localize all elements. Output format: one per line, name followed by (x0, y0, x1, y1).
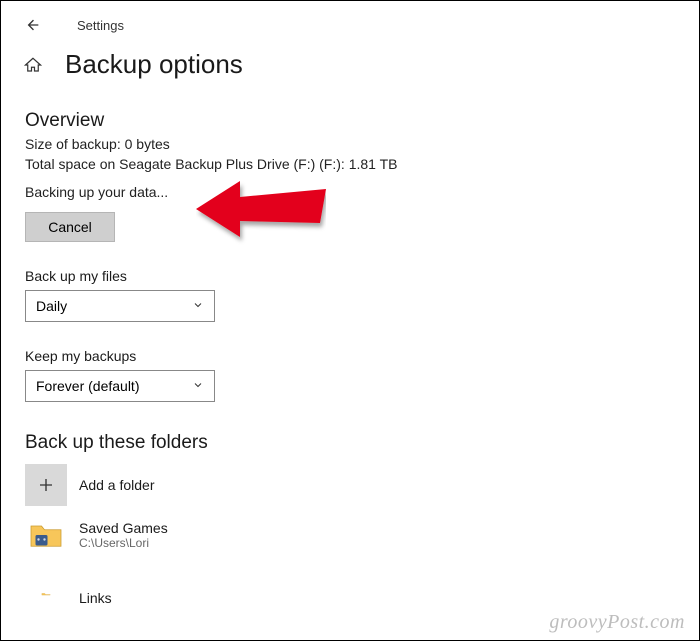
app-title: Settings (77, 18, 124, 33)
overview-heading: Overview (25, 110, 675, 132)
cancel-button[interactable]: Cancel (25, 212, 115, 242)
chevron-down-icon (192, 378, 204, 394)
folder-name: Saved Games (79, 520, 168, 536)
chevron-down-icon (192, 298, 204, 314)
retention-value: Forever (default) (36, 378, 139, 394)
folders-heading: Back up these folders (25, 432, 675, 454)
frequency-value: Daily (36, 298, 67, 314)
folder-path: C:\Users\Lori (79, 536, 168, 550)
plus-icon (25, 464, 67, 506)
home-icon (19, 51, 47, 79)
frequency-select[interactable]: Daily (25, 290, 215, 322)
backup-size: Size of backup: 0 bytes (25, 136, 675, 152)
links-folder-icon (25, 564, 67, 606)
backup-status: Backing up your data... (25, 184, 675, 200)
drive-space: Total space on Seagate Backup Plus Drive… (25, 156, 675, 172)
add-folder-label: Add a folder (79, 477, 155, 493)
back-button[interactable] (19, 11, 47, 39)
page-title: Backup options (65, 49, 243, 80)
folder-item[interactable]: Links (25, 564, 675, 606)
folder-item[interactable]: Saved Games C:\Users\Lori (25, 514, 675, 556)
watermark: groovyPost.com (549, 611, 685, 634)
frequency-label: Back up my files (25, 268, 675, 284)
retention-select[interactable]: Forever (default) (25, 370, 215, 402)
saved-games-folder-icon (25, 514, 67, 556)
retention-label: Keep my backups (25, 348, 675, 364)
add-folder-button[interactable]: Add a folder (25, 464, 675, 506)
folder-name: Links (79, 590, 112, 606)
arrow-left-icon (25, 17, 41, 33)
